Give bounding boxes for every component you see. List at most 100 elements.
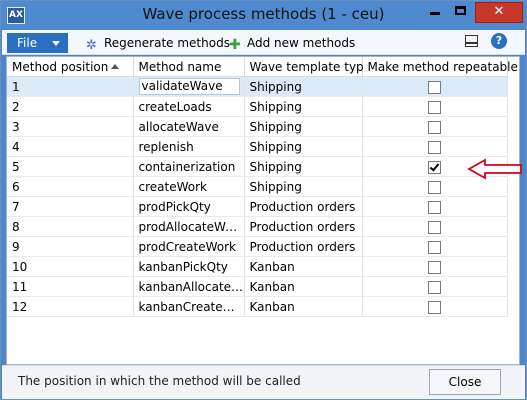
layout-icon[interactable]: [465, 35, 478, 47]
method-name-cell[interactable]: replenish: [133, 136, 245, 157]
title-bar[interactable]: AX Wave process methods (1 - ceu) ✕: [1, 1, 526, 29]
file-label: File: [17, 36, 38, 50]
template-type-cell[interactable]: Shipping: [244, 176, 363, 197]
repeatable-cell: [362, 136, 508, 157]
template-type-cell[interactable]: Production orders: [244, 236, 363, 257]
add-label: Add new methods: [247, 36, 356, 50]
table-row[interactable]: 2 createLoads Shipping: [7, 96, 508, 117]
table-row[interactable]: 4 replenish Shipping: [7, 136, 508, 157]
annotation-arrow: [467, 158, 522, 180]
method-name-cell[interactable]: validateWave: [133, 76, 245, 97]
methods-grid: Method position Method name Wave templat…: [6, 56, 520, 365]
method-position-cell[interactable]: 5: [7, 156, 134, 177]
status-text: The position in which the method will be…: [18, 374, 301, 388]
repeatable-cell: [362, 296, 508, 317]
template-type-cell[interactable]: Shipping: [244, 136, 363, 157]
regenerate-icon: ✲: [86, 38, 97, 53]
repeatable-checkbox[interactable]: [428, 240, 441, 254]
file-menu-button[interactable]: File: [7, 33, 68, 53]
repeatable-checkbox[interactable]: [428, 180, 441, 194]
table-row[interactable]: 1 validateWave Shipping: [7, 76, 508, 97]
method-name-cell[interactable]: createLoads: [133, 96, 245, 117]
close-icon: ✕: [493, 4, 505, 19]
minimize-icon: [430, 12, 440, 15]
repeatable-checkbox[interactable]: [428, 100, 441, 114]
help-icon[interactable]: ?: [491, 33, 507, 49]
repeatable-checkbox[interactable]: [428, 220, 441, 234]
method-position-cell[interactable]: 8: [7, 216, 134, 237]
regenerate-methods-button[interactable]: ✲ Regenerate methods: [86, 34, 230, 53]
template-type-cell[interactable]: Production orders: [244, 196, 363, 217]
method-position-cell[interactable]: 3: [7, 116, 134, 137]
method-position-cell[interactable]: 11: [7, 276, 134, 297]
maximize-button[interactable]: [448, 2, 474, 21]
method-name-cell[interactable]: prodCreateWork: [133, 236, 245, 257]
template-type-cell[interactable]: Kanban: [244, 276, 363, 297]
method-name-cell[interactable]: prodPickQty: [133, 196, 245, 217]
repeatable-checkbox[interactable]: [428, 160, 441, 174]
table-row[interactable]: 11 kanbanAllocateW... Kanban: [7, 276, 508, 297]
method-name-cell[interactable]: kanbanPickQty: [133, 256, 245, 277]
method-name-input[interactable]: validateWave: [138, 78, 240, 95]
table-row[interactable]: 8 prodAllocateWave Production orders: [7, 216, 508, 237]
column-header-method-name[interactable]: Method name: [133, 57, 245, 77]
method-position-cell[interactable]: 1: [7, 76, 134, 97]
column-header-method-position[interactable]: Method position: [7, 57, 134, 77]
minimize-button[interactable]: [422, 2, 448, 21]
repeatable-checkbox[interactable]: [428, 260, 441, 274]
method-name-cell[interactable]: prodAllocateWave: [133, 216, 245, 237]
table-row[interactable]: 6 createWork Shipping: [7, 176, 508, 197]
methods-table: Method position Method name Wave templat…: [7, 57, 518, 317]
repeatable-checkbox[interactable]: [428, 280, 441, 294]
template-type-cell[interactable]: Shipping: [244, 156, 363, 177]
table-row[interactable]: 9 prodCreateWork Production orders: [7, 236, 508, 257]
template-type-cell[interactable]: Production orders: [244, 216, 363, 237]
template-type-cell[interactable]: Shipping: [244, 96, 363, 117]
repeatable-cell: [362, 216, 508, 237]
template-type-cell[interactable]: Shipping: [244, 116, 363, 137]
repeatable-checkbox[interactable]: [428, 200, 441, 214]
repeatable-cell: [362, 116, 508, 137]
repeatable-cell: [362, 236, 508, 257]
dialog-window: AX Wave process methods (1 - ceu) ✕ File…: [0, 0, 527, 400]
table-row[interactable]: 12 kanbanCreateWork Kanban: [7, 296, 508, 317]
method-name-cell[interactable]: containerization: [133, 156, 245, 177]
repeatable-checkbox[interactable]: [428, 80, 441, 94]
repeatable-checkbox[interactable]: [428, 140, 441, 154]
column-header-template-type[interactable]: Wave template type: [244, 57, 371, 77]
method-position-cell[interactable]: 6: [7, 176, 134, 197]
grid-body: 1 validateWave Shipping 2 createLoads Shippin…: [7, 76, 508, 317]
method-position-cell[interactable]: 7: [7, 196, 134, 217]
action-pane: File ✲ Regenerate methods ✚ Add new method…: [2, 30, 525, 55]
table-row[interactable]: 10 kanbanPickQty Kanban: [7, 256, 508, 277]
method-name-cell[interactable]: kanbanAllocateW...: [133, 276, 245, 297]
method-position-cell[interactable]: 12: [7, 296, 134, 317]
template-type-cell[interactable]: Kanban: [244, 296, 363, 317]
template-type-cell[interactable]: Kanban: [244, 256, 363, 277]
close-button[interactable]: Close: [429, 369, 501, 395]
method-position-cell[interactable]: 10: [7, 256, 134, 277]
method-name-cell[interactable]: allocateWave: [133, 116, 245, 137]
add-icon: ✚: [229, 37, 241, 53]
template-type-cell[interactable]: Shipping: [244, 76, 363, 97]
chevron-down-icon: [52, 41, 60, 46]
repeatable-checkbox[interactable]: [428, 120, 441, 134]
method-name-cell[interactable]: createWork: [133, 176, 245, 197]
status-bar: The position in which the method will be…: [2, 365, 525, 399]
repeatable-cell: [362, 96, 508, 117]
repeatable-checkbox[interactable]: [428, 300, 441, 314]
method-position-cell[interactable]: 9: [7, 236, 134, 257]
sort-ascending-icon: [111, 64, 119, 69]
table-row[interactable]: 7 prodPickQty Production orders: [7, 196, 508, 217]
add-new-methods-button[interactable]: ✚ Add new methods: [229, 34, 355, 52]
repeatable-cell: [362, 76, 508, 97]
close-window-button[interactable]: ✕: [475, 2, 523, 23]
method-position-cell[interactable]: 2: [7, 96, 134, 117]
maximize-icon: [455, 6, 466, 15]
method-name-cell[interactable]: kanbanCreateWork: [133, 296, 245, 317]
column-header-repeatable[interactable]: Make method repeatable: [362, 57, 518, 77]
repeatable-cell: [362, 256, 508, 277]
table-row[interactable]: 5 containerization Shipping: [7, 156, 508, 177]
method-position-cell[interactable]: 4: [7, 136, 134, 157]
table-row[interactable]: 3 allocateWave Shipping: [7, 116, 508, 137]
